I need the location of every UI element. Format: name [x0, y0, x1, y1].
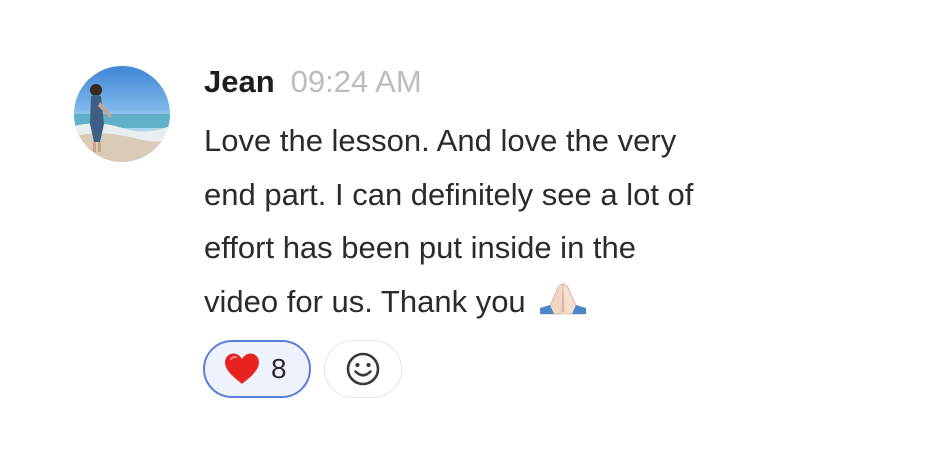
message-line: effort has been put inside in the — [204, 230, 637, 265]
reactions-bar: 8 — [203, 340, 402, 398]
chat-message: Jean 09:24 AM Love the lesson. And love … — [0, 0, 938, 469]
message-line: Love the lesson. And love the very — [204, 123, 677, 158]
message-header: Jean 09:24 AM — [204, 60, 422, 104]
message-line: end part. I can definitely see a lot of — [204, 176, 694, 212]
reaction-count: 8 — [271, 353, 287, 384]
folded-hands-emoji-icon — [539, 282, 586, 314]
smiley-add-reaction-icon — [346, 352, 380, 386]
red-heart-icon — [225, 353, 259, 384]
message-line-last: video for us. Thank you — [204, 275, 864, 329]
avatar-beach-photo-icon — [74, 66, 170, 162]
message-timestamp: 09:24 AM — [290, 64, 422, 99]
author-name[interactable]: Jean — [204, 64, 275, 100]
add-reaction-button[interactable] — [324, 340, 402, 398]
heart-reaction-button[interactable]: 8 — [203, 340, 311, 398]
user-avatar[interactable] — [74, 66, 170, 162]
message-line-text: video for us. Thank you — [204, 283, 526, 319]
message-body: Love the lesson. And love the very end p… — [204, 114, 864, 328]
